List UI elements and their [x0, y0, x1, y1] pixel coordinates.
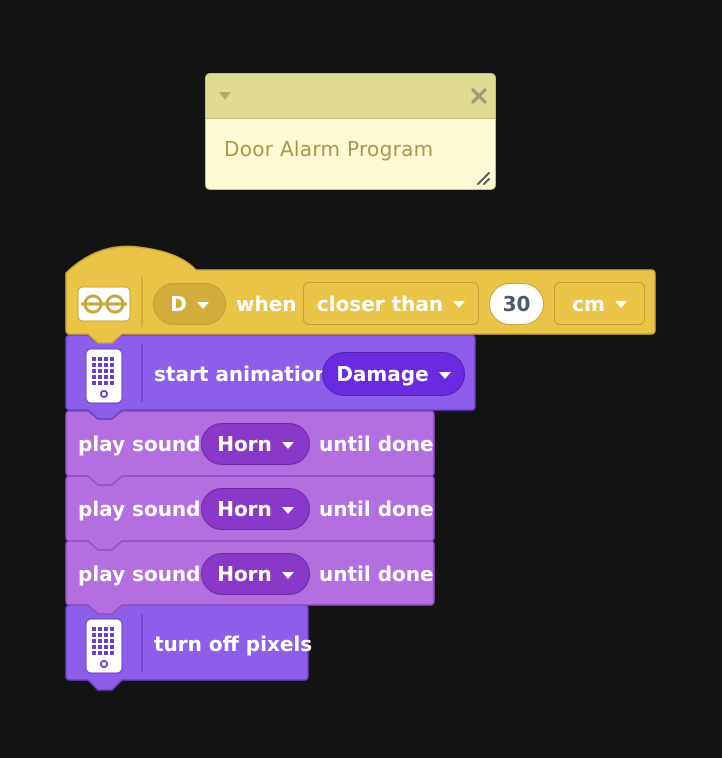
when-label: when — [236, 292, 297, 316]
chevron-down-icon — [281, 506, 294, 514]
unit-dropdown[interactable]: cm — [554, 282, 645, 325]
animation-dropdown[interactable]: Damage — [322, 352, 465, 396]
chevron-down-icon — [281, 441, 294, 449]
sound-dropdown[interactable]: Horn — [201, 423, 310, 465]
play-sound-label: play sound — [78, 562, 201, 586]
comparison-dropdown[interactable]: closer than — [303, 282, 479, 325]
sound-value: Horn — [217, 432, 272, 456]
comparison-value: closer than — [316, 291, 444, 316]
until-done-label: until done — [319, 497, 434, 521]
chevron-down-icon — [196, 301, 209, 309]
distance-sensor-icon — [77, 286, 131, 322]
start-animation-label: start animation — [154, 362, 329, 386]
until-done-label: until done — [319, 432, 434, 456]
turn-off-pixels-label: turn off pixels — [154, 632, 313, 656]
play-sound-label: play sound — [78, 497, 201, 521]
chevron-down-icon — [438, 371, 451, 379]
unit-value: cm — [572, 291, 605, 316]
port-dropdown[interactable]: D — [153, 283, 226, 325]
light-matrix-icon — [85, 348, 123, 404]
chevron-down-icon — [453, 301, 466, 308]
animation-value: Damage — [336, 362, 429, 386]
sound-dropdown[interactable]: Horn — [201, 553, 310, 595]
sound-value: Horn — [217, 562, 272, 586]
chevron-down-icon — [614, 301, 627, 308]
play-sound-label: play sound — [78, 432, 201, 456]
sound-dropdown[interactable]: Horn — [201, 488, 310, 530]
chevron-down-icon — [281, 571, 294, 579]
port-value: D — [170, 292, 187, 316]
distance-input[interactable]: 30 — [489, 283, 544, 325]
until-done-label: until done — [319, 562, 434, 586]
light-matrix-icon — [85, 618, 123, 674]
sound-value: Horn — [217, 497, 272, 521]
